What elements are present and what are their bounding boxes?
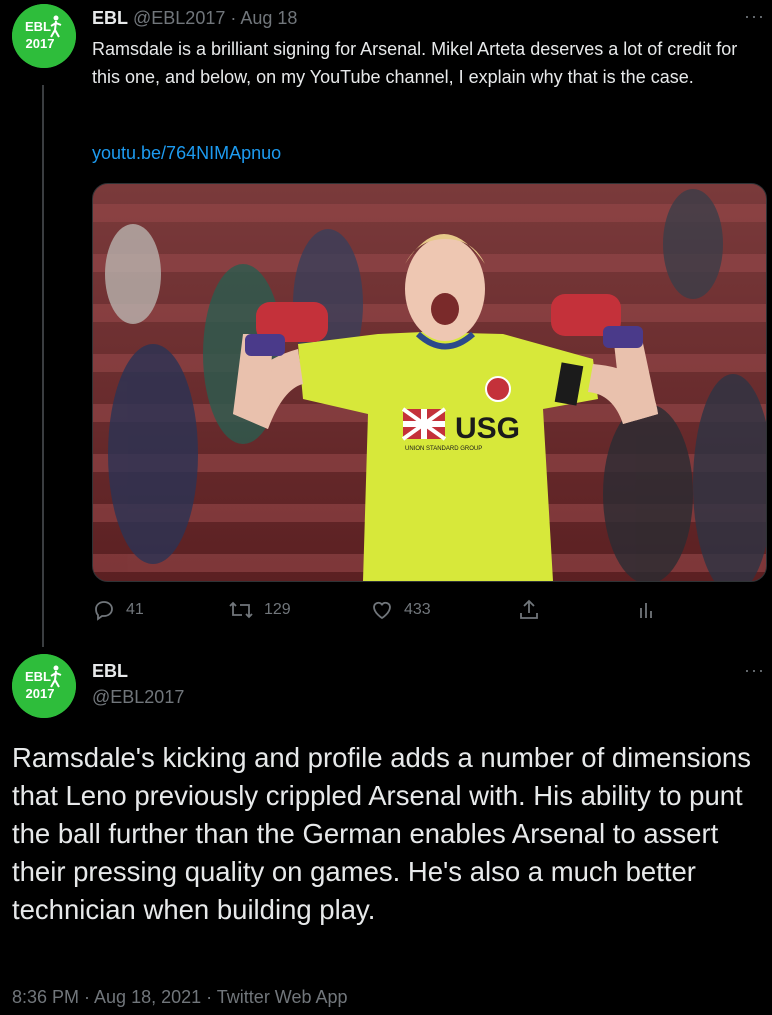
ebl-logo-icon: EBL 2017 [12, 654, 76, 718]
handle[interactable]: @EBL2017 [133, 8, 225, 28]
display-name[interactable]: EBL [92, 661, 128, 682]
svg-text:2017: 2017 [26, 686, 55, 701]
heart-icon [373, 601, 391, 620]
tweet-text: Ramsdale is a brilliant signing for Arse… [92, 39, 738, 87]
reply-count: 41 [126, 601, 144, 618]
tweet-timestamp[interactable]: 8:36 PM · Aug 18, 2021 · Twitter Web App [12, 987, 348, 1008]
svg-text:USG: USG [455, 412, 520, 445]
share-button[interactable] [517, 598, 541, 622]
reply-icon [95, 601, 113, 621]
svg-text:UNION STANDARD GROUP: UNION STANDARD GROUP [405, 446, 482, 452]
display-name[interactable]: EBL [92, 8, 128, 28]
separator: · [230, 8, 237, 28]
tweet-image[interactable]: USG UNION STANDARD GROUP [92, 183, 767, 582]
handle[interactable]: @EBL2017 [92, 687, 184, 708]
more-options-button[interactable]: ··· [744, 660, 765, 681]
share-icon [520, 599, 538, 619]
tweet-header: EBL @EBL2017 · Aug 18 [92, 8, 297, 29]
tweet-text: Ramsdale's kicking and profile adds a nu… [12, 742, 751, 925]
avatar[interactable]: EBL 2017 [12, 654, 76, 718]
reply-button[interactable]: 41 [92, 598, 144, 622]
more-options-button[interactable]: ··· [744, 6, 765, 27]
analytics-button[interactable] [638, 598, 654, 622]
svg-text:2017: 2017 [26, 36, 55, 51]
svg-text:EBL: EBL [25, 669, 51, 684]
analytics-icon [640, 603, 652, 618]
like-count: 433 [404, 601, 431, 618]
svg-text:EBL: EBL [25, 19, 51, 34]
youtube-link[interactable]: youtu.be/764NIMApnuo [92, 143, 281, 164]
ebl-logo-icon: EBL 2017 [12, 4, 76, 68]
retweet-icon [229, 601, 253, 619]
thread-line [42, 85, 44, 647]
tweet-date[interactable]: Aug 18 [240, 8, 297, 28]
like-button[interactable]: 433 [370, 598, 431, 622]
retweet-count: 129 [264, 601, 291, 618]
goalkeeper-celebration-image: USG UNION STANDARD GROUP [93, 184, 766, 581]
retweet-button[interactable]: 129 [228, 598, 291, 622]
avatar[interactable]: EBL 2017 [12, 4, 76, 68]
